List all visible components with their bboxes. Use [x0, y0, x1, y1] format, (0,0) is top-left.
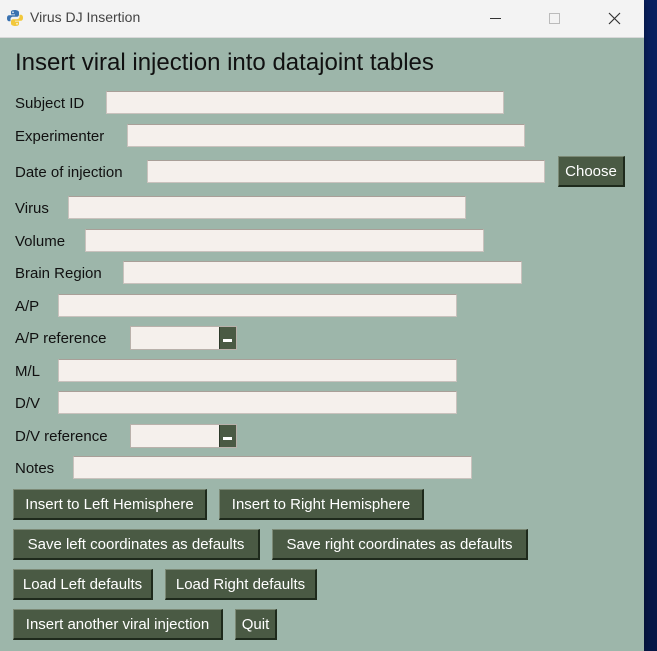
chevron-down-icon[interactable]: [219, 327, 236, 349]
ml-input[interactable]: [58, 359, 457, 382]
dv-reference-label: D/V reference: [15, 428, 108, 445]
chevron-down-icon[interactable]: [219, 425, 236, 447]
maximize-button[interactable]: [526, 0, 582, 37]
ap-reference-label: A/P reference: [15, 330, 107, 347]
virus-label: Virus: [15, 200, 49, 217]
load-right-defaults-button[interactable]: Load Right defaults: [165, 569, 317, 600]
experimenter-label: Experimenter: [15, 128, 105, 145]
title-bar[interactable]: Virus DJ Insertion: [0, 0, 644, 38]
app-window: Virus DJ Insertion Insert viral injectio…: [0, 0, 644, 651]
dv-label: D/V: [15, 395, 41, 412]
subject-id-label: Subject ID: [15, 95, 85, 112]
brain-region-label: Brain Region: [15, 265, 102, 282]
ap-reference-select[interactable]: [130, 326, 237, 350]
brain-region-input[interactable]: [123, 261, 522, 284]
date-of-injection-label: Date of injection: [15, 164, 123, 181]
date-of-injection-input[interactable]: [147, 160, 545, 183]
close-button[interactable]: [586, 0, 642, 37]
python-icon: [7, 10, 23, 26]
quit-button[interactable]: Quit: [235, 609, 277, 640]
insert-left-hemisphere-button[interactable]: Insert to Left Hemisphere: [13, 489, 207, 520]
dv-input[interactable]: [58, 391, 457, 414]
save-right-defaults-button[interactable]: Save right coordinates as defaults: [272, 529, 528, 560]
notes-label: Notes: [15, 460, 55, 477]
volume-label: Volume: [15, 233, 66, 250]
window-title: Virus DJ Insertion: [30, 9, 141, 25]
load-left-defaults-button[interactable]: Load Left defaults: [13, 569, 153, 600]
virus-input[interactable]: [68, 196, 466, 219]
page-title: Insert viral injection into datajoint ta…: [15, 49, 434, 76]
ap-input[interactable]: [58, 294, 457, 317]
dv-reference-select[interactable]: [130, 424, 237, 448]
experimenter-input[interactable]: [127, 124, 525, 147]
choose-date-button[interactable]: Choose: [558, 156, 625, 187]
minimize-button[interactable]: [468, 0, 524, 37]
insert-another-injection-button[interactable]: Insert another viral injection: [13, 609, 223, 640]
insert-right-hemisphere-button[interactable]: Insert to Right Hemisphere: [219, 489, 424, 520]
notes-input[interactable]: [73, 456, 472, 479]
volume-input[interactable]: [85, 229, 484, 252]
ap-label: A/P: [15, 298, 40, 315]
save-left-defaults-button[interactable]: Save left coordinates as defaults: [13, 529, 260, 560]
subject-id-input[interactable]: [106, 91, 504, 114]
ml-label: M/L: [15, 363, 41, 380]
close-icon: [608, 12, 621, 25]
